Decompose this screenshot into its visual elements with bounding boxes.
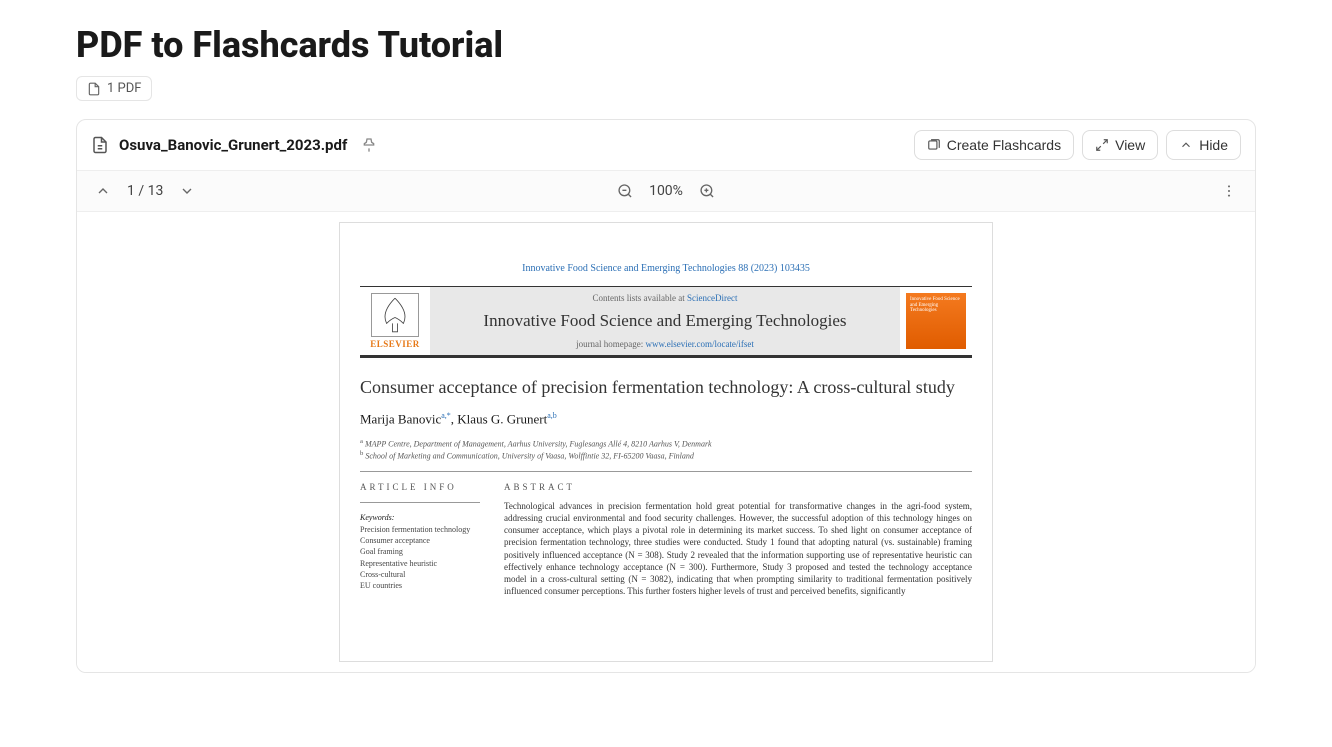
keywords-list: Precision fermentation technologyConsume… (360, 524, 480, 591)
article-info-heading: ARTICLE INFO (360, 482, 480, 492)
citation-line: Innovative Food Science and Emerging Tec… (360, 263, 972, 274)
document-icon (91, 136, 109, 154)
affiliation-a: a MAPP Centre, Department of Management,… (360, 438, 972, 449)
more-vertical-icon (1221, 183, 1237, 199)
page-indicator: 1 / 13 (127, 183, 163, 199)
pin-icon (361, 137, 377, 153)
chevron-up-icon (1179, 138, 1193, 152)
pin-button[interactable] (357, 133, 381, 157)
zoom-in-icon (699, 183, 715, 199)
page-title: PDF to Flashcards Tutorial (76, 24, 1256, 66)
pdf-toolbar: 1 / 13 100% (77, 171, 1255, 212)
pdf-count-badge: 1 PDF (76, 76, 152, 101)
journal-homepage-link[interactable]: www.elsevier.com/locate/ifset (646, 339, 754, 349)
panel-header: Osuva_Banovic_Grunert_2023.pdf Create Fl… (77, 120, 1255, 171)
zoom-level: 100% (649, 183, 683, 199)
elsevier-logo: ELSEVIER (360, 287, 430, 355)
chevron-down-icon (179, 183, 195, 199)
next-page-button[interactable] (175, 179, 199, 203)
authors: Marija Banovica,*, Klaus G. Grunerta,b (360, 411, 972, 427)
sciencedirect-link[interactable]: ScienceDirect (687, 293, 737, 303)
more-menu-button[interactable] (1217, 179, 1241, 203)
cards-icon (927, 138, 941, 152)
zoom-in-button[interactable] (695, 179, 719, 203)
journal-cover: Innovative Food Science and Emerging Tec… (906, 293, 966, 349)
file-icon (87, 82, 101, 96)
hide-button[interactable]: Hide (1166, 130, 1241, 160)
pdf-page: Innovative Food Science and Emerging Tec… (339, 222, 993, 662)
create-flashcards-button[interactable]: Create Flashcards (914, 130, 1074, 160)
zoom-out-button[interactable] (613, 179, 637, 203)
journal-name: Innovative Food Science and Emerging Tec… (440, 311, 890, 331)
chevron-up-icon (95, 183, 111, 199)
pdf-viewer[interactable]: Innovative Food Science and Emerging Tec… (77, 212, 1255, 672)
journal-banner: ELSEVIER Contents lists available at Sci… (360, 286, 972, 358)
elsevier-tree-icon (371, 293, 419, 337)
abstract-text: Technological advances in precision ferm… (504, 500, 972, 597)
abstract-heading: ABSTRACT (504, 482, 972, 492)
view-button[interactable]: View (1082, 130, 1158, 160)
pdf-panel: Osuva_Banovic_Grunert_2023.pdf Create Fl… (76, 119, 1256, 673)
article-title: Consumer acceptance of precision ferment… (360, 376, 972, 399)
zoom-out-icon (617, 183, 633, 199)
affiliation-b: b School of Marketing and Communication,… (360, 450, 972, 461)
file-name: Osuva_Banovic_Grunert_2023.pdf (119, 136, 347, 154)
prev-page-button[interactable] (91, 179, 115, 203)
expand-icon (1095, 138, 1109, 152)
